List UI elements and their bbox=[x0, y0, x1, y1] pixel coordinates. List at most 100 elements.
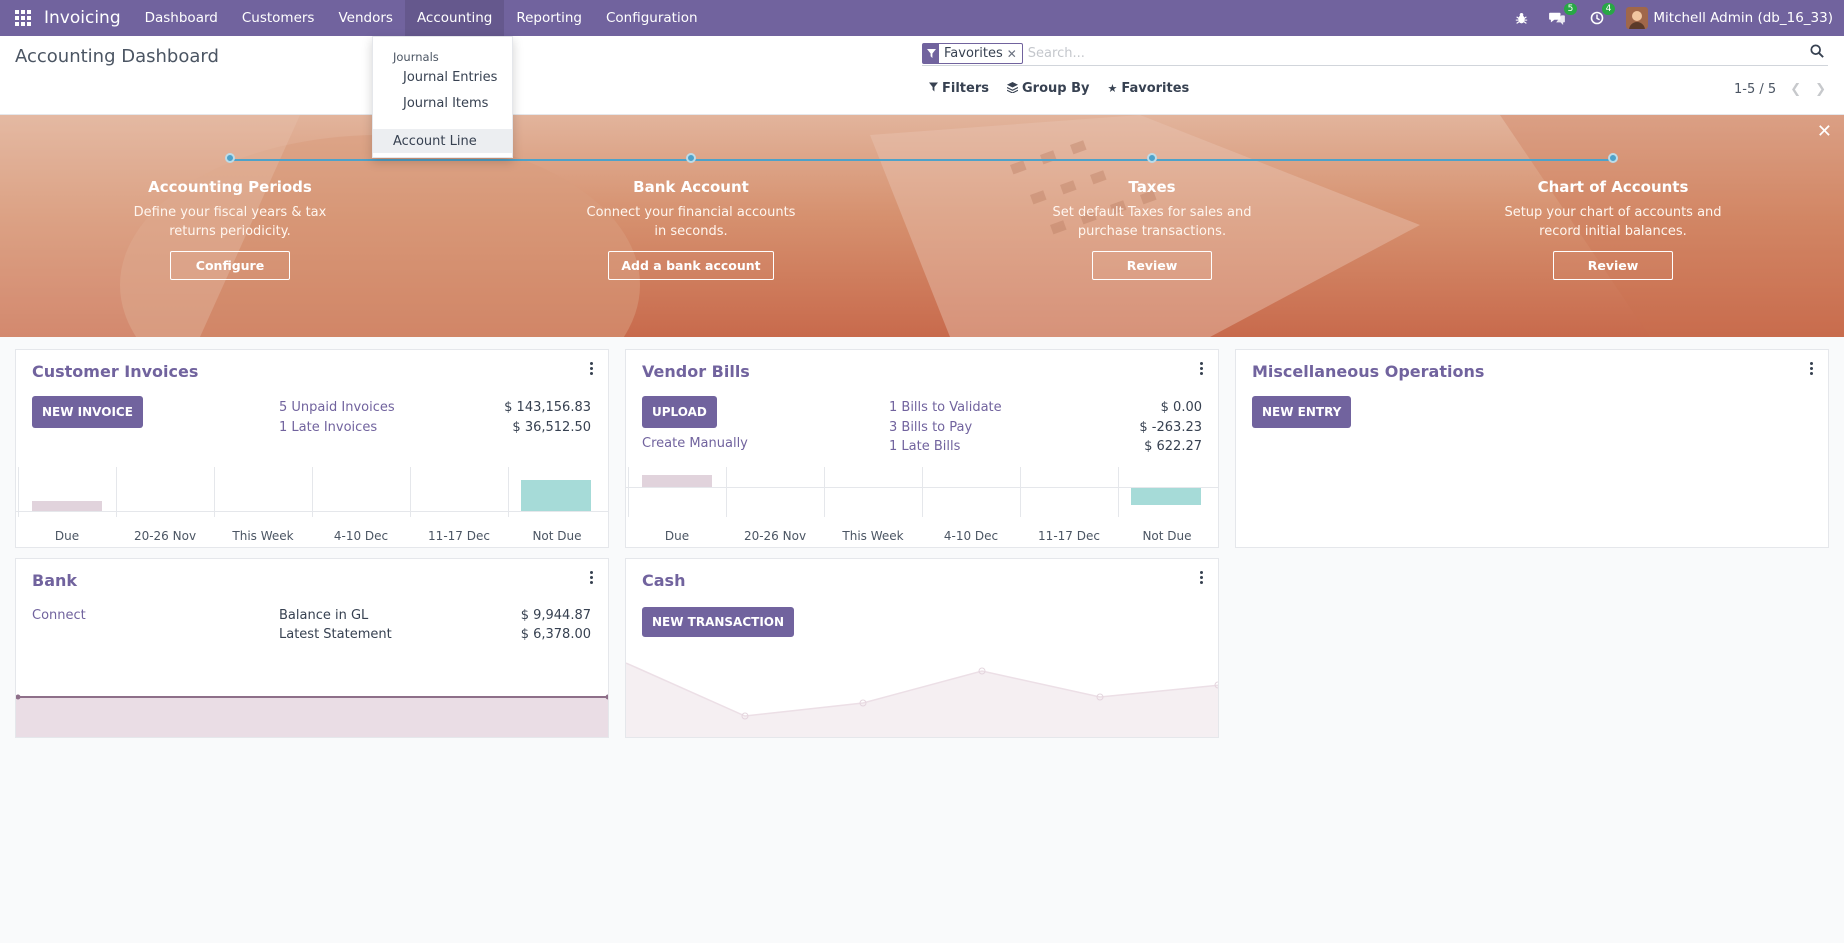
bar-not-due[interactable] bbox=[521, 480, 591, 512]
activities-count-badge: 4 bbox=[1601, 3, 1616, 15]
stat-label[interactable]: 1 Late Bills bbox=[889, 439, 960, 454]
card-title[interactable]: Bank bbox=[32, 571, 77, 590]
journal-card-customer-invoices: Customer Invoices NEW INVOICE 5 Unpaid I… bbox=[15, 349, 609, 548]
stat-late-invoices: 1 Late Invoices $ 36,512.50 bbox=[279, 420, 591, 435]
graph-column bbox=[1020, 467, 1118, 517]
groupby-toggle[interactable]: Group By bbox=[1006, 81, 1090, 96]
menu-accounting[interactable]: Accounting bbox=[404, 0, 505, 36]
create-manually-link[interactable]: Create Manually bbox=[642, 436, 748, 451]
menu-vendors[interactable]: Vendors bbox=[326, 0, 404, 36]
card-menu-icon[interactable] bbox=[590, 362, 594, 376]
user-menu[interactable]: Mitchell Admin (db_16_33) bbox=[1653, 10, 1833, 26]
bills-graph[interactable]: Due 20-26 Nov This Week 4-10 Dec 11-17 D… bbox=[626, 467, 1218, 547]
journal-card-bank: Bank Connect Balance in GL $ 9,944.87 La… bbox=[15, 558, 609, 738]
review-chart-button[interactable]: Review bbox=[1553, 251, 1673, 280]
messages-count-badge: 5 bbox=[1563, 3, 1578, 15]
add-bank-account-button[interactable]: Add a bank account bbox=[608, 251, 774, 280]
pager-previous-icon[interactable]: ❮ bbox=[1790, 82, 1801, 97]
step-description: Set default Taxes for sales and purchase… bbox=[1052, 205, 1252, 239]
menu-reporting[interactable]: Reporting bbox=[504, 0, 594, 36]
stat-label[interactable]: 5 Unpaid Invoices bbox=[279, 400, 395, 415]
stat-value: $ 622.27 bbox=[1144, 439, 1202, 454]
menu-customers[interactable]: Customers bbox=[230, 0, 327, 36]
stat-label[interactable]: 1 Late Invoices bbox=[279, 420, 377, 435]
x-axis-label: Due bbox=[54, 529, 80, 543]
search-options: Filters Group By ★ Favorites bbox=[929, 81, 1207, 96]
bar-not-due[interactable] bbox=[1131, 487, 1201, 505]
stat-unpaid-invoices: 5 Unpaid Invoices $ 143,156.83 bbox=[279, 400, 591, 415]
bank-balance-graph[interactable] bbox=[16, 689, 609, 738]
filters-label: Filters bbox=[942, 81, 989, 96]
card-title[interactable]: Cash bbox=[642, 571, 685, 590]
card-title[interactable]: Customer Invoices bbox=[32, 362, 198, 381]
search-facet-favorites: Favorites ✕ bbox=[922, 43, 1023, 64]
user-avatar[interactable] bbox=[1626, 7, 1649, 29]
card-title[interactable]: Vendor Bills bbox=[642, 362, 750, 381]
stat-label[interactable]: 1 Bills to Validate bbox=[889, 400, 1002, 415]
menu-dashboard[interactable]: Dashboard bbox=[133, 0, 230, 36]
app-brand[interactable]: Invoicing bbox=[44, 8, 121, 28]
card-menu-icon[interactable] bbox=[1810, 362, 1814, 376]
new-transaction-button[interactable]: NEW TRANSACTION bbox=[642, 607, 795, 637]
progress-line bbox=[230, 159, 1614, 161]
stat-label: Balance in GL bbox=[279, 608, 369, 623]
x-axis-label: 20-26 Nov bbox=[133, 529, 197, 543]
x-axis-label: Not Due bbox=[1142, 529, 1192, 543]
upload-button[interactable]: UPLOAD bbox=[642, 396, 717, 428]
facet-remove-icon[interactable]: ✕ bbox=[1007, 47, 1022, 61]
x-axis-label: 11-17 Dec bbox=[428, 529, 490, 543]
card-menu-icon[interactable] bbox=[590, 571, 594, 585]
step-title: Chart of Accounts bbox=[1537, 178, 1689, 196]
stat-value: $ 36,512.50 bbox=[512, 420, 591, 435]
top-navbar: Invoicing Dashboard Customers Vendors Ac… bbox=[0, 0, 1844, 36]
pager-value[interactable]: 1-5 / 5 bbox=[1734, 82, 1776, 97]
cash-graph[interactable] bbox=[626, 659, 1219, 738]
new-invoice-button[interactable]: NEW INVOICE bbox=[32, 396, 143, 428]
stat-value: $ -263.23 bbox=[1139, 420, 1202, 435]
banner-close-icon[interactable]: ✕ bbox=[1817, 121, 1832, 142]
new-entry-button[interactable]: NEW ENTRY bbox=[1252, 396, 1352, 428]
stat-late-bills: 1 Late Bills $ 622.27 bbox=[889, 439, 1202, 454]
dropdown-journal-entries[interactable]: Journal Entries bbox=[403, 70, 497, 85]
step-bank-account: Bank Account Connect your financial acco… bbox=[531, 153, 851, 280]
step-dot bbox=[225, 153, 235, 163]
graph-column bbox=[726, 467, 824, 517]
graph-baseline bbox=[16, 511, 608, 512]
x-axis-label: Not Due bbox=[532, 529, 582, 543]
messages-icon[interactable]: 5 bbox=[1536, 0, 1578, 36]
card-menu-icon[interactable] bbox=[1200, 571, 1204, 585]
configure-button[interactable]: Configure bbox=[170, 251, 290, 280]
step-chart-of-accounts: Chart of Accounts Setup your chart of ac… bbox=[1453, 153, 1773, 280]
bar-due[interactable] bbox=[642, 475, 712, 487]
accounting-dropdown: Journals Journal Entries Journal Items A… bbox=[372, 36, 513, 158]
menu-configuration[interactable]: Configuration bbox=[594, 0, 710, 36]
stat-label: Latest Statement bbox=[279, 627, 392, 642]
dropdown-account-line[interactable]: Account Line bbox=[373, 129, 512, 153]
search-input[interactable] bbox=[1027, 46, 1728, 61]
activities-clock-icon[interactable]: 4 bbox=[1578, 0, 1616, 36]
step-title: Taxes bbox=[1128, 178, 1176, 196]
card-title[interactable]: Miscellaneous Operations bbox=[1252, 362, 1484, 381]
pager: 1-5 / 5 ❮ ❯ bbox=[1734, 82, 1826, 97]
onboarding-banner: ✕ Accounting Periods Define your fiscal … bbox=[0, 115, 1844, 337]
bank-connect-link[interactable]: Connect bbox=[32, 608, 86, 623]
apps-menu-icon[interactable] bbox=[0, 0, 46, 36]
stat-bills-to-validate: 1 Bills to Validate $ 0.00 bbox=[889, 400, 1202, 415]
debug-bug-icon[interactable] bbox=[1506, 0, 1536, 36]
filters-toggle[interactable]: Filters bbox=[929, 81, 989, 96]
search-icon[interactable] bbox=[1810, 44, 1828, 62]
favorites-toggle[interactable]: ★ Favorites bbox=[1107, 81, 1189, 96]
card-menu-icon[interactable] bbox=[1200, 362, 1204, 376]
graph-column bbox=[824, 467, 922, 517]
invoice-graph[interactable]: Due 20-26 Nov This Week 4-10 Dec 11-17 D… bbox=[16, 467, 608, 547]
stat-label[interactable]: 3 Bills to Pay bbox=[889, 420, 972, 435]
journal-card-cash: Cash NEW TRANSACTION bbox=[625, 558, 1219, 738]
groupby-label: Group By bbox=[1021, 81, 1090, 96]
dropdown-journal-items[interactable]: Journal Items bbox=[403, 96, 488, 111]
filter-funnel-icon bbox=[923, 44, 939, 63]
step-accounting-periods: Accounting Periods Define your fiscal ye… bbox=[70, 153, 390, 280]
review-taxes-button[interactable]: Review bbox=[1092, 251, 1212, 280]
stat-bills-to-pay: 3 Bills to Pay $ -263.23 bbox=[889, 420, 1202, 435]
stat-value: $ 6,378.00 bbox=[520, 627, 591, 642]
pager-next-icon[interactable]: ❯ bbox=[1815, 82, 1826, 97]
